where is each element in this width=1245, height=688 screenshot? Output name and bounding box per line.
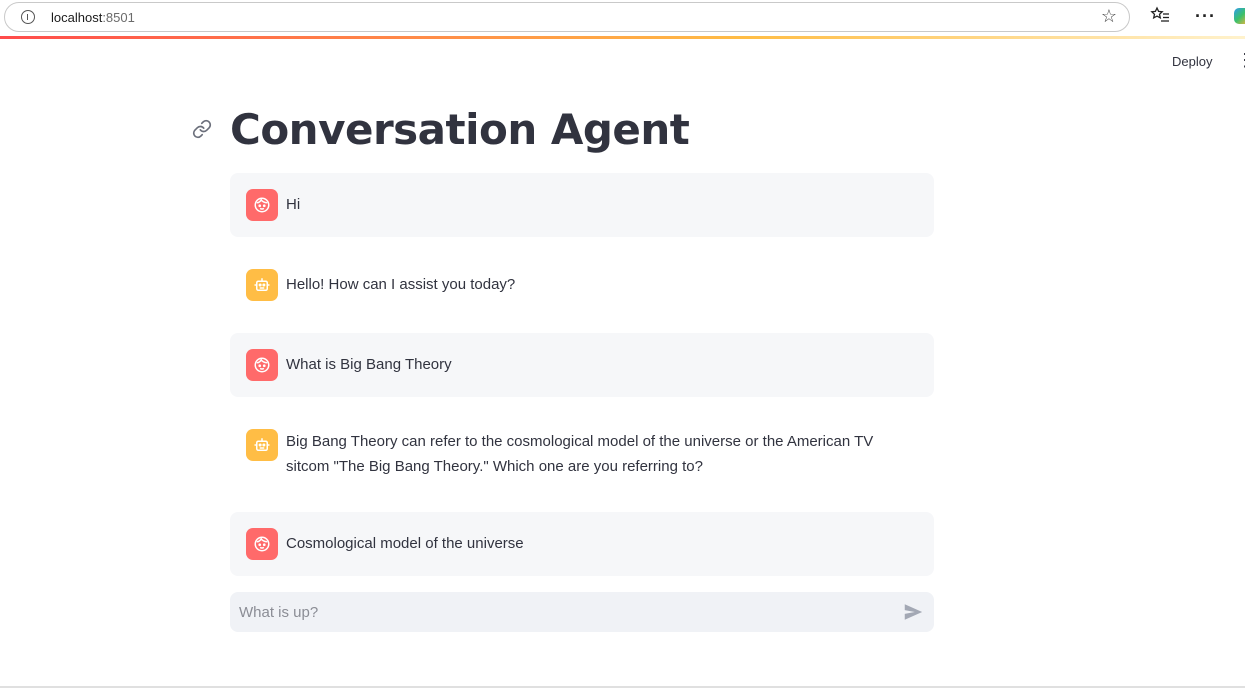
link-icon[interactable]: [192, 119, 212, 139]
more-icon[interactable]: ···: [1195, 5, 1216, 27]
send-icon[interactable]: [902, 601, 924, 623]
url-host: localhost: [51, 10, 103, 25]
message-text: Cosmological model of the universe: [286, 535, 524, 552]
chat-message-user: What is Big Bang Theory: [230, 333, 934, 397]
copilot-icon[interactable]: [1234, 8, 1245, 24]
user-avatar-icon: [246, 528, 278, 560]
favorites-icon[interactable]: [1150, 5, 1170, 30]
star-icon[interactable]: ☆: [1101, 6, 1117, 27]
message-text: What is Big Bang Theory: [286, 356, 452, 373]
deploy-button[interactable]: Deploy: [1166, 52, 1218, 71]
address-bar[interactable]: localhost:8501 ☆: [4, 2, 1130, 32]
user-avatar-icon: [246, 349, 278, 381]
message-text: Big Bang Theory can refer to the cosmolo…: [286, 433, 874, 475]
chat-message-user: Cosmological model of the universe: [230, 512, 934, 576]
chat-message-assistant: Hello! How can I assist you today?: [230, 253, 934, 317]
message-text: Hello! How can I assist you today?: [286, 276, 516, 293]
chat-message-user: Hi: [230, 173, 934, 237]
chat-message-assistant: Big Bang Theory can refer to the cosmolo…: [230, 413, 934, 501]
url-port: :8501: [102, 10, 135, 25]
main-menu-icon[interactable]: ⋮: [1236, 50, 1245, 70]
assistant-avatar-icon: [246, 269, 278, 301]
browser-toolbar: localhost:8501 ☆ ···: [0, 0, 1245, 36]
assistant-avatar-icon: [246, 429, 278, 461]
chat-input[interactable]: [230, 592, 934, 632]
user-avatar-icon: [246, 189, 278, 221]
message-text: Hi: [286, 196, 301, 213]
page-top-decoration: [0, 36, 1245, 39]
info-icon[interactable]: [21, 10, 35, 24]
url-text[interactable]: localhost:8501: [51, 10, 135, 25]
page-title: Conversation Agent: [230, 105, 690, 154]
